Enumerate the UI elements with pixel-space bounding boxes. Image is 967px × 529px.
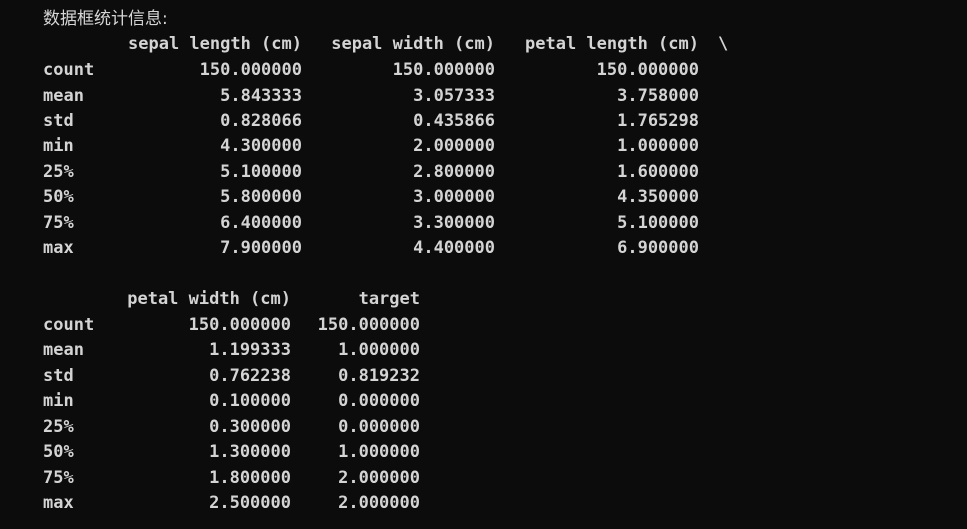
table-cell: 0.000000 xyxy=(338,417,420,437)
table-cell: 3.300000 xyxy=(413,213,495,233)
row-label: count xyxy=(43,315,95,335)
table-cell: 1.000000 xyxy=(338,442,420,462)
table-cell: 150.000000 xyxy=(188,315,291,335)
table-cell: 150.000000 xyxy=(317,315,420,335)
table-cell: 1.300000 xyxy=(209,442,291,462)
table-cell: 1.000000 xyxy=(338,340,420,360)
row-label: mean xyxy=(43,340,84,360)
row-label: 75% xyxy=(43,213,74,233)
table-cell: 5.100000 xyxy=(617,213,699,233)
table-cell: 3.758000 xyxy=(617,86,699,106)
table-cell: 2.500000 xyxy=(209,493,291,513)
table-cell: 0.000000 xyxy=(338,391,420,411)
table-cell: 2.000000 xyxy=(338,468,420,488)
row-label: max xyxy=(43,238,74,258)
table-cell: 5.800000 xyxy=(220,187,302,207)
table-cell: 1.600000 xyxy=(617,162,699,182)
line-continuation-marker: \ xyxy=(718,34,729,54)
row-label: count xyxy=(43,60,95,80)
table-cell: 2.800000 xyxy=(413,162,495,182)
table-cell: 1.000000 xyxy=(617,136,699,156)
row-label: 75% xyxy=(43,468,74,488)
table-cell: 5.100000 xyxy=(220,162,302,182)
table-cell: 0.828066 xyxy=(220,111,302,131)
row-label: std xyxy=(43,366,74,386)
block1-col-header-sepal-length: sepal length (cm) xyxy=(128,34,302,54)
table-cell: 2.000000 xyxy=(338,493,420,513)
row-label: std xyxy=(43,111,74,131)
block1-col-header-petal-length: petal length (cm) xyxy=(525,34,699,54)
table-cell: 0.300000 xyxy=(209,417,291,437)
table-cell: 0.819232 xyxy=(338,366,420,386)
table-cell: 0.762238 xyxy=(209,366,291,386)
row-label: 50% xyxy=(43,187,74,207)
table-cell: 6.900000 xyxy=(617,238,699,258)
row-label: min xyxy=(43,391,74,411)
table-cell: 4.400000 xyxy=(413,238,495,258)
row-label: max xyxy=(43,493,74,513)
table-cell: 0.435866 xyxy=(413,111,495,131)
block2-col-header-petal-width: petal width (cm) xyxy=(127,289,291,309)
row-label: 25% xyxy=(43,162,74,182)
block2-col-header-target: target xyxy=(358,289,420,309)
table-cell: 5.843333 xyxy=(220,86,302,106)
row-label: 25% xyxy=(43,417,74,437)
table-cell: 4.300000 xyxy=(220,136,302,156)
table-cell: 6.400000 xyxy=(220,213,302,233)
output-heading: 数据框统计信息: xyxy=(43,9,168,29)
table-cell: 150.000000 xyxy=(596,60,699,80)
table-cell: 150.000000 xyxy=(392,60,495,80)
table-cell: 1.199333 xyxy=(209,340,291,360)
table-cell: 0.100000 xyxy=(209,391,291,411)
table-cell: 4.350000 xyxy=(617,187,699,207)
table-cell: 3.000000 xyxy=(413,187,495,207)
table-cell: 3.057333 xyxy=(413,86,495,106)
table-cell: 2.000000 xyxy=(413,136,495,156)
row-label: mean xyxy=(43,86,84,106)
block1-col-header-sepal-width: sepal width (cm) xyxy=(331,34,495,54)
table-cell: 1.765298 xyxy=(617,111,699,131)
table-cell: 150.000000 xyxy=(199,60,302,80)
row-label: min xyxy=(43,136,74,156)
row-label: 50% xyxy=(43,442,74,462)
table-cell: 1.800000 xyxy=(209,468,291,488)
table-cell: 7.900000 xyxy=(220,238,302,258)
terminal-output: 数据框统计信息: sepal length (cm) sepal width (… xyxy=(0,0,967,529)
